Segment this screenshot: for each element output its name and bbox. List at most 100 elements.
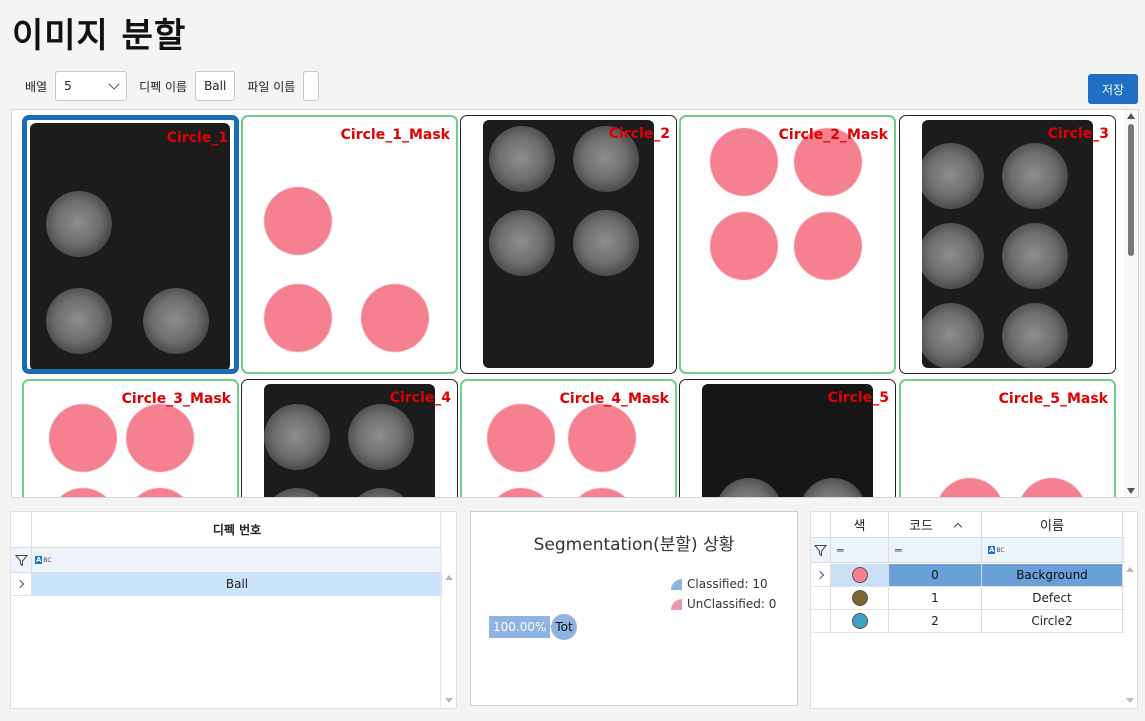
text-filter-icon[interactable]: A BC — [982, 538, 1123, 562]
file-name-field[interactable] — [303, 71, 320, 101]
mask-blob — [362, 285, 428, 351]
defect-table-scrollbar[interactable] — [440, 512, 456, 708]
mask-tile[interactable]: Circle_3_Mask — [22, 379, 239, 497]
equals-filter-icon[interactable]: ═ — [889, 538, 982, 562]
tile-label: Circle_3_Mask — [121, 391, 231, 407]
expand-chevron-icon[interactable] — [11, 573, 32, 595]
ball-blob — [264, 404, 330, 470]
image-tile[interactable]: Circle_2 — [460, 115, 677, 374]
mask-blob — [488, 489, 554, 497]
table-row[interactable]: Ball — [11, 573, 442, 596]
filter-icon[interactable] — [11, 548, 32, 572]
sort-ascending-icon — [953, 522, 963, 531]
column-header-color[interactable]: 색 — [831, 512, 889, 537]
class-table-scrollbar[interactable] — [1123, 512, 1137, 708]
expand-chevron-icon[interactable] — [811, 564, 831, 586]
mask-blob — [265, 285, 331, 351]
scroll-down-icon[interactable] — [1126, 698, 1134, 703]
table-row[interactable]: 2 Circle2 — [811, 610, 1125, 633]
row-gutter — [811, 610, 831, 632]
image-tile[interactable]: Circle_1 — [22, 115, 239, 374]
ball-blob — [716, 478, 782, 497]
mask-tile[interactable]: Circle_5_Mask — [899, 379, 1116, 497]
layout-select[interactable]: 5 — [55, 71, 128, 101]
text-filter-icon[interactable]: A BC — [32, 548, 52, 572]
mask-blob — [569, 405, 635, 471]
mask-tile[interactable]: Circle_2_Mask — [679, 115, 896, 374]
mask-blob — [265, 188, 331, 254]
tile-label: Circle_1 — [166, 130, 228, 146]
tile-label: Circle_1_Mask — [340, 127, 450, 143]
legend-item-unclassified: UnClassified: 0 — [671, 594, 776, 614]
pie-percent-label: 100.00% — [489, 616, 551, 638]
ball-blob — [1002, 143, 1068, 209]
table-row[interactable]: 0 Background — [811, 564, 1125, 587]
tile-label: Circle_4_Mask — [559, 391, 669, 407]
ball-blob — [264, 488, 330, 497]
ball-blob — [922, 143, 984, 209]
page-title: 이미지 분할 — [12, 16, 187, 56]
scroll-down-icon[interactable] — [1127, 488, 1135, 494]
mask-tile[interactable]: Circle_4_Mask — [460, 379, 677, 497]
name-cell: Circle2 — [982, 610, 1123, 632]
defect-table: 디펙 번호 A BC Ball — [10, 511, 457, 709]
defect-cell: Ball — [32, 573, 442, 595]
color-cell — [831, 610, 889, 632]
image-tile[interactable]: Circle_4 — [241, 379, 458, 497]
scroll-thumb[interactable] — [1128, 124, 1134, 256]
xray-image — [30, 123, 230, 369]
name-cell: Defect — [982, 587, 1123, 609]
color-swatch — [851, 567, 868, 583]
code-cell: 0 — [889, 564, 982, 586]
ball-blob — [348, 404, 414, 470]
save-button[interactable]: 저장 — [1088, 74, 1138, 104]
scroll-up-icon[interactable] — [1127, 113, 1135, 119]
row-gutter — [11, 512, 32, 547]
legend-swatch-classified — [671, 578, 682, 590]
column-header-defect-number[interactable]: 디펙 번호 — [32, 512, 442, 547]
filter-icon[interactable] — [811, 538, 831, 562]
ball-blob — [46, 288, 112, 354]
image-tile[interactable]: Circle_3 — [899, 115, 1116, 374]
table-row[interactable]: 1 Defect — [811, 587, 1125, 610]
mask-blob — [711, 129, 777, 195]
ball-blob — [1002, 223, 1068, 289]
mask-blob — [795, 213, 861, 279]
name-cell: Background — [982, 564, 1123, 586]
scroll-down-icon[interactable] — [445, 698, 453, 703]
ball-blob — [1002, 303, 1068, 368]
image-grid: Circle_1 Circle_1_Mask Circle_2 Circle_2… — [11, 109, 1139, 498]
layout-label: 배열 — [25, 79, 48, 94]
column-header-code-label: 코드 — [909, 519, 933, 534]
color-swatch — [851, 613, 868, 629]
code-cell: 2 — [889, 610, 982, 632]
defect-name-label: 디펙 이름 — [139, 79, 188, 94]
column-header-name[interactable]: 이름 — [982, 512, 1123, 537]
equals-filter-icon[interactable]: ═ — [831, 538, 889, 562]
scroll-up-icon[interactable] — [1126, 567, 1134, 572]
scroll-up-icon[interactable] — [445, 575, 453, 580]
defect-table-header: 디펙 번호 — [11, 512, 442, 548]
filter-row: A BC — [11, 548, 442, 573]
image-tile[interactable]: Circle_5 — [679, 379, 896, 497]
tile-label: Circle_5_Mask — [998, 391, 1108, 407]
xray-image — [922, 120, 1093, 368]
color-cell — [831, 564, 889, 586]
defect-name-field[interactable]: Ball — [195, 71, 236, 101]
mask-blob — [50, 405, 116, 471]
class-table: 색 코드 이름 ═ ═ A BC 0 Background 1 Defect 2… — [810, 511, 1138, 709]
chevron-down-icon — [108, 78, 120, 90]
segmentation-chart: Segmentation(분할) 상황 Classified: 10 UnCla… — [470, 511, 798, 706]
ball-blob — [573, 210, 639, 276]
class-table-header: 색 코드 이름 — [811, 512, 1125, 538]
file-name-label: 파일 이름 — [247, 79, 296, 94]
mask-tile[interactable]: Circle_1_Mask — [241, 115, 458, 374]
color-cell — [831, 587, 889, 609]
column-header-code[interactable]: 코드 — [889, 512, 982, 537]
ball-blob — [800, 478, 866, 497]
filter-row: ═ ═ A BC — [811, 538, 1125, 563]
pie-slice-classified: Tot — [551, 614, 577, 640]
grid-scrollbar[interactable] — [1124, 110, 1138, 497]
code-cell: 1 — [889, 587, 982, 609]
pie-center-label: Tot — [555, 620, 573, 634]
